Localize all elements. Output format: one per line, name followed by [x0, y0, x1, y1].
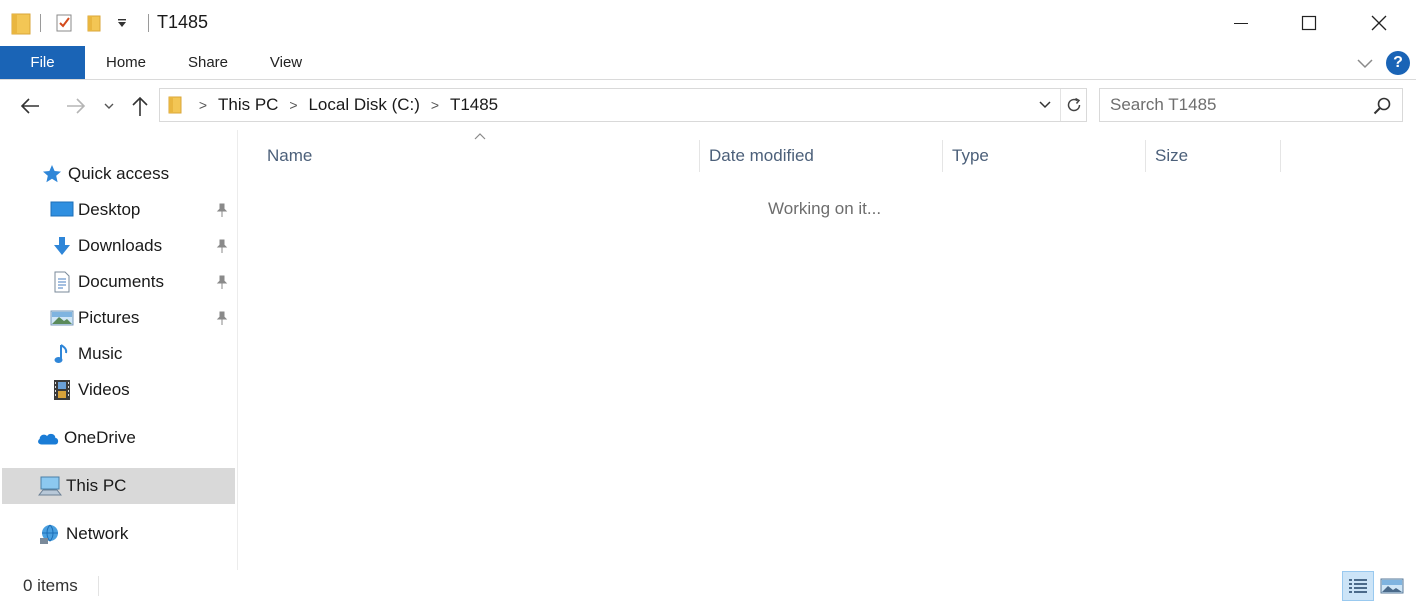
help-button[interactable]: ? [1386, 51, 1410, 75]
loading-message: Working on it... [768, 199, 882, 218]
properties-button[interactable] [53, 12, 75, 34]
refresh-button[interactable] [1060, 89, 1086, 121]
sidebar-item-label: Network [66, 524, 129, 543]
chevron-down-icon [1357, 59, 1373, 69]
pin-icon[interactable] [214, 310, 230, 326]
arrow-left-icon [20, 98, 39, 114]
sidebar-item-music[interactable]: Music [2, 336, 235, 372]
column-header-name[interactable]: Name [258, 140, 700, 172]
music-note-icon [50, 342, 74, 366]
large-icons-view-icon [1380, 578, 1404, 594]
navigation-pane: Quick access Desktop Downloads Documents… [0, 130, 238, 570]
sidebar-item-documents[interactable]: Documents [2, 264, 235, 300]
breadcrumb-chevron-icon[interactable]: > [426, 97, 444, 113]
details-view-icon [1349, 579, 1367, 593]
address-dropdown-button[interactable] [1032, 89, 1058, 121]
chevron-down-icon [104, 103, 114, 109]
breadcrumb-current-folder[interactable]: T1485 [450, 95, 498, 115]
maximize-button[interactable] [1274, 0, 1344, 46]
tab-share[interactable]: Share [176, 46, 240, 79]
pin-icon[interactable] [214, 202, 230, 218]
sidebar-item-label: Videos [78, 380, 130, 399]
sidebar-item-label: Pictures [78, 308, 140, 327]
desktop-icon [50, 198, 74, 222]
new-folder-button[interactable] [83, 12, 105, 34]
folder-icon [10, 12, 32, 35]
question-mark-icon: ? [1393, 54, 1403, 71]
sidebar-item-this-pc[interactable]: This PC [2, 468, 235, 504]
breadcrumb-chevron-icon[interactable]: > [194, 97, 212, 113]
tab-home[interactable]: Home [92, 46, 160, 79]
picture-icon [50, 306, 74, 330]
computer-icon [38, 474, 62, 498]
sidebar-item-label: Quick access [68, 164, 170, 183]
customize-toolbar-dropdown[interactable] [113, 12, 131, 34]
folder-icon [166, 95, 188, 115]
breadcrumb-this-pc[interactable]: This PC [218, 95, 278, 115]
cloud-icon [36, 426, 60, 450]
document-icon [50, 270, 74, 294]
dropdown-arrow-icon [118, 19, 126, 27]
close-button[interactable] [1344, 0, 1414, 46]
forward-button[interactable] [62, 94, 90, 118]
sidebar-item-pictures[interactable]: Pictures [2, 300, 235, 336]
up-button[interactable] [126, 94, 154, 118]
download-arrow-icon [50, 234, 74, 258]
close-icon [1371, 15, 1387, 31]
new-folder-icon [87, 15, 101, 32]
quick-access-toolbar [10, 10, 137, 36]
details-view-button[interactable] [1342, 571, 1374, 601]
search-input[interactable] [1110, 95, 1360, 115]
search-icon [1373, 97, 1391, 115]
arrow-up-icon [132, 96, 148, 116]
sidebar-item-label: Music [78, 344, 123, 363]
star-icon [40, 162, 64, 186]
large-icons-view-button[interactable] [1376, 571, 1408, 601]
status-separator [98, 576, 99, 596]
status-bar: 0 items [0, 570, 1416, 603]
title-separator [148, 14, 149, 32]
pin-icon[interactable] [214, 274, 230, 290]
sidebar-item-label: OneDrive [64, 428, 136, 447]
sidebar-item-label: Downloads [78, 236, 163, 255]
toolbar-separator [40, 14, 41, 32]
expand-ribbon-button[interactable] [1354, 52, 1376, 74]
refresh-icon [1067, 97, 1080, 112]
network-icon [38, 522, 62, 546]
tab-view[interactable]: View [254, 46, 318, 79]
item-count: 0 items [23, 576, 78, 595]
sidebar-item-label: This PC [66, 476, 127, 495]
tab-file[interactable]: File [0, 46, 85, 79]
chevron-down-icon [1039, 101, 1051, 109]
sidebar-item-onedrive[interactable]: OneDrive [2, 420, 235, 456]
window-title: T1485 [157, 12, 209, 32]
minimize-button[interactable] [1206, 0, 1276, 46]
ribbon-tab-bar: File Home Share View ? [0, 46, 1416, 80]
search-box[interactable] [1099, 88, 1403, 122]
sidebar-item-quick-access[interactable]: Quick access [2, 156, 235, 192]
column-header-date-modified[interactable]: Date modified [700, 140, 943, 172]
film-icon [50, 378, 74, 402]
address-bar[interactable]: > This PC > Local Disk (C:) > T1485 [159, 88, 1087, 122]
minimize-icon [1234, 23, 1248, 24]
navigation-bar: > This PC > Local Disk (C:) > T1485 [0, 80, 1416, 130]
sidebar-item-videos[interactable]: Videos [2, 372, 235, 408]
back-button[interactable] [16, 94, 44, 118]
sidebar-item-network[interactable]: Network [2, 516, 235, 552]
column-header-type[interactable]: Type [943, 140, 1146, 172]
breadcrumb-chevron-icon[interactable]: > [284, 97, 302, 113]
recent-locations-button[interactable] [96, 94, 122, 118]
sidebar-item-label: Desktop [78, 200, 141, 219]
sidebar-item-label: Documents [78, 272, 164, 291]
sidebar-item-downloads[interactable]: Downloads [2, 228, 235, 264]
breadcrumb-local-disk[interactable]: Local Disk (C:) [308, 95, 419, 115]
title-bar: T1485 [0, 0, 1416, 46]
pin-icon[interactable] [214, 238, 230, 254]
maximize-icon [1301, 15, 1317, 31]
file-list-view[interactable]: Name Date modified Type Size Working on … [239, 130, 1416, 570]
arrow-right-icon [67, 98, 86, 114]
sidebar-item-desktop[interactable]: Desktop [2, 192, 235, 228]
properties-icon [56, 14, 72, 32]
column-header-size[interactable]: Size [1146, 140, 1281, 172]
